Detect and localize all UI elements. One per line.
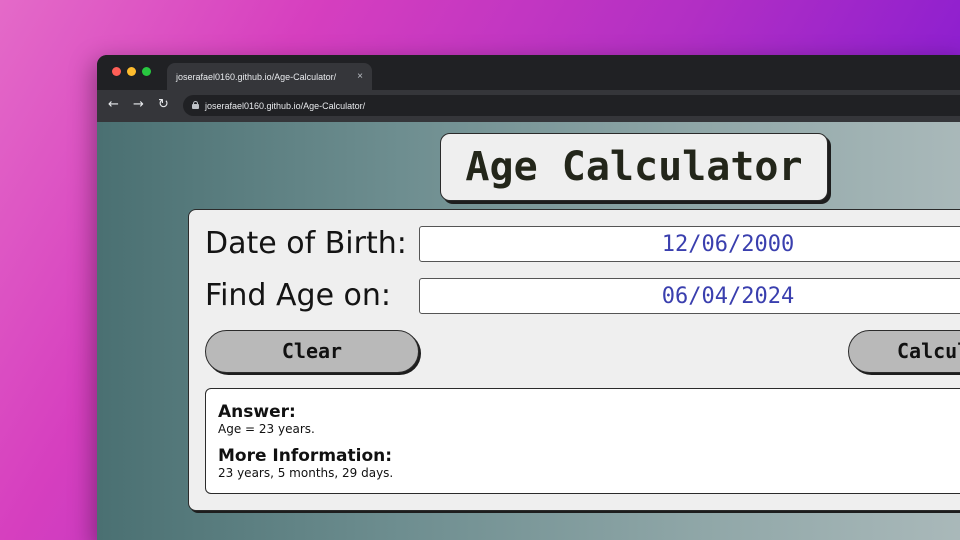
tab-title: joserafael0160.github.io/Age-Calculator/	[176, 72, 337, 82]
more-info-heading: More Information:	[218, 446, 393, 466]
forward-arrow-icon[interactable]: →	[133, 98, 144, 111]
lock-icon	[192, 101, 199, 109]
close-window-button[interactable]	[112, 67, 121, 76]
page-title: Age Calculator	[440, 133, 828, 201]
address-url: joserafael0160.github.io/Age-Calculator/	[205, 101, 366, 111]
back-arrow-icon[interactable]: ←	[108, 98, 119, 111]
clear-button[interactable]: Clear	[205, 330, 419, 373]
reload-icon[interactable]: ↻	[158, 98, 169, 111]
dob-date-input[interactable]: 12/06/2000	[419, 226, 960, 262]
result-panel: Answer: Age = 23 years. More Information…	[205, 388, 960, 494]
answer-text: Age = 23 years.	[218, 422, 315, 436]
tab-close-icon[interactable]: ×	[357, 71, 363, 82]
calculate-button[interactable]: Calculate	[848, 330, 960, 373]
tab-bar: joserafael0160.github.io/Age-Calculator/…	[97, 55, 960, 90]
window-controls	[112, 67, 151, 76]
address-bar[interactable]: joserafael0160.github.io/Age-Calculator/	[183, 95, 960, 116]
browser-toolbar: ← → ↻ joserafael0160.github.io/Age-Calcu…	[97, 90, 960, 122]
dob-label: Date of Birth:	[205, 226, 407, 261]
find-age-date-input[interactable]: 06/04/2024	[419, 278, 960, 314]
find-age-label: Find Age on:	[205, 278, 392, 313]
maximize-window-button[interactable]	[142, 67, 151, 76]
calculator-card: Date of Birth: 12/06/2000 Find Age on: 0…	[188, 209, 960, 511]
browser-tab[interactable]: joserafael0160.github.io/Age-Calculator/…	[167, 63, 372, 90]
answer-heading: Answer:	[218, 402, 296, 422]
dob-value: 12/06/2000	[661, 232, 795, 257]
page-viewport: Age Calculator Date of Birth: 12/06/2000…	[97, 122, 960, 540]
browser-window: joserafael0160.github.io/Age-Calculator/…	[97, 55, 960, 540]
more-info-text: 23 years, 5 months, 29 days.	[218, 466, 394, 480]
find-age-value: 06/04/2024	[661, 284, 795, 309]
minimize-window-button[interactable]	[127, 67, 136, 76]
